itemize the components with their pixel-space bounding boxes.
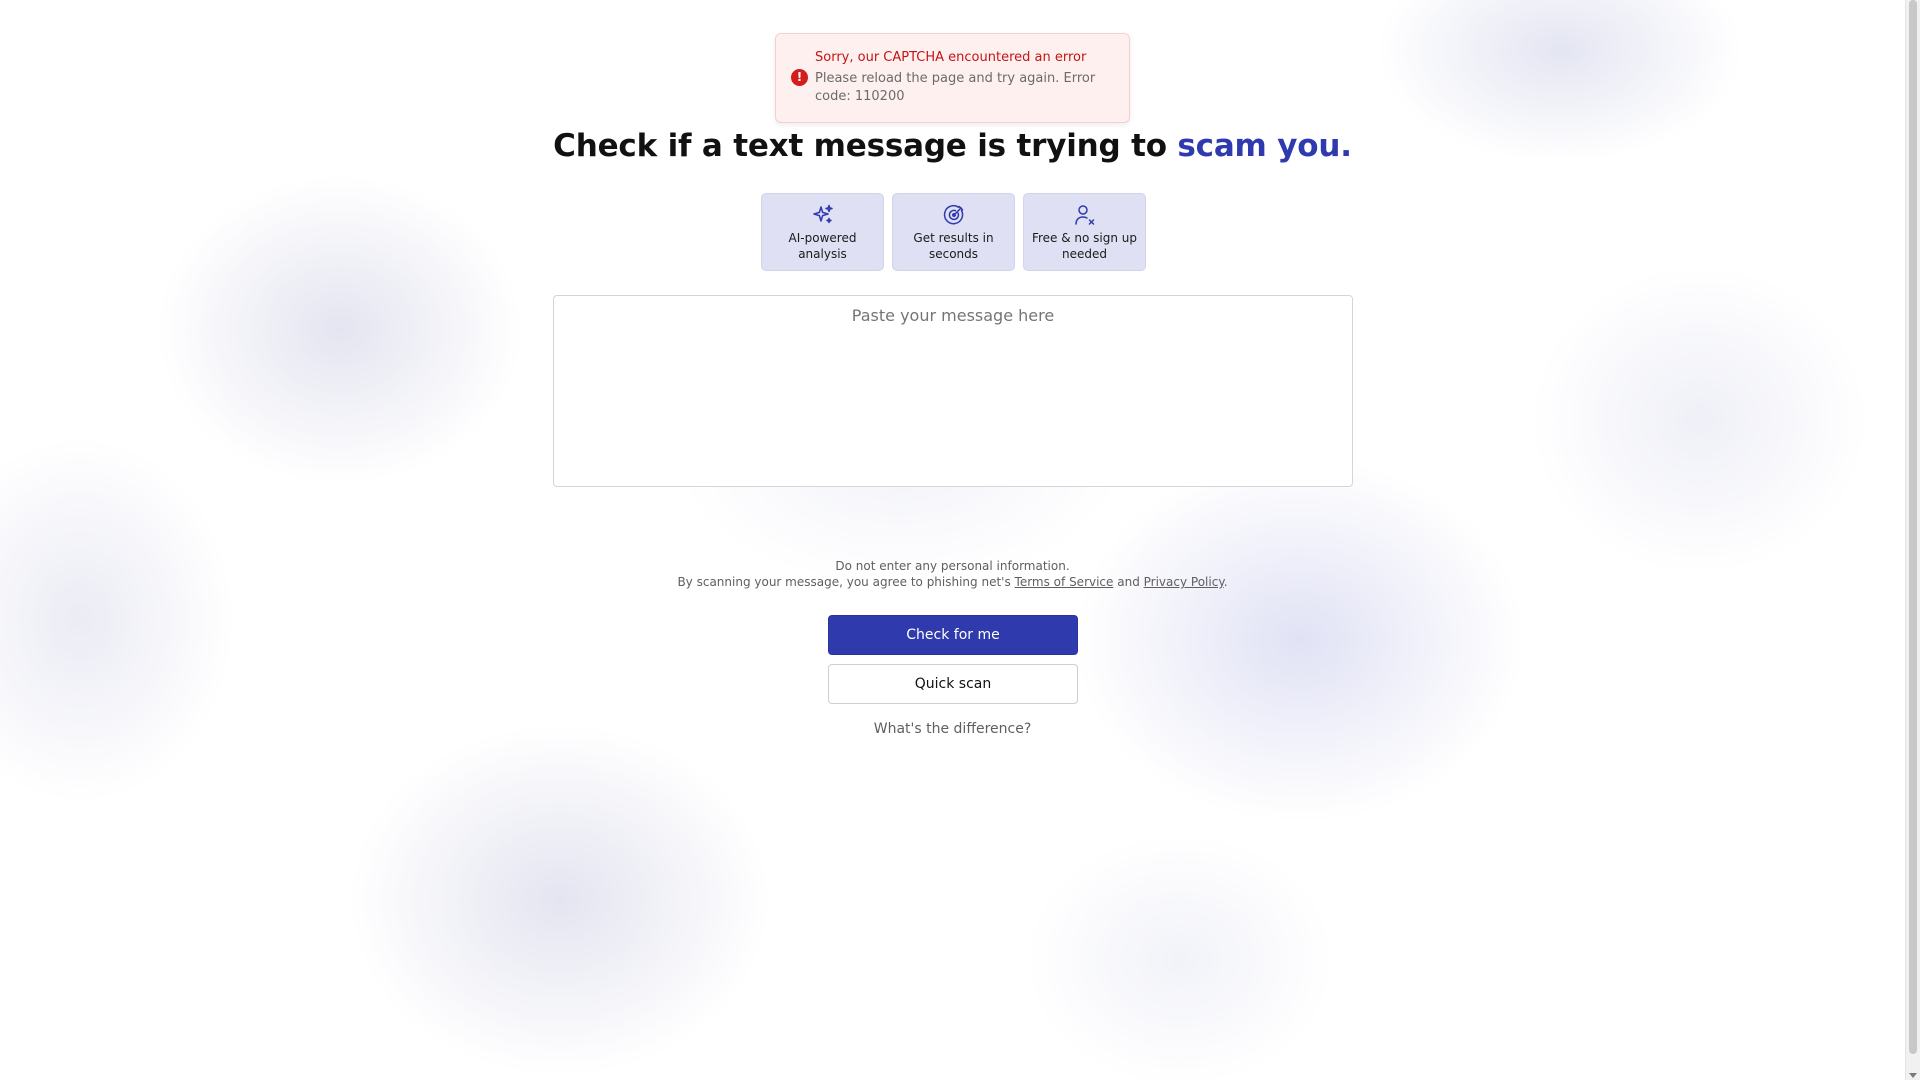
main-content: ! Sorry, our CAPTCHA encountered an erro… bbox=[0, 0, 1905, 1080]
feature-ai-powered: AI-powered analysis bbox=[761, 193, 884, 271]
feature-fast-results: Get results in seconds bbox=[892, 193, 1015, 271]
toast-title: Sorry, our CAPTCHA encountered an error bbox=[815, 50, 1087, 65]
headline-main: Check if a text message is trying to bbox=[553, 128, 1178, 164]
scrollbar-thumb[interactable] bbox=[1909, 0, 1917, 1054]
check-for-me-button[interactable]: Check for me bbox=[828, 615, 1078, 655]
notice-line-personal-info: Do not enter any personal information. bbox=[835, 559, 1070, 573]
and-text: and bbox=[1113, 575, 1144, 589]
notice-line-agreement: By scanning your message, you agree to p… bbox=[0, 574, 1905, 590]
message-input[interactable] bbox=[553, 295, 1353, 487]
exclamation-icon: ! bbox=[791, 69, 808, 86]
toast-description: Please reload the page and try again. Er… bbox=[815, 71, 1096, 104]
quick-scan-button[interactable]: Quick scan bbox=[828, 664, 1078, 704]
feature-free-no-signup: Free & no sign up needed bbox=[1023, 193, 1146, 271]
vertical-scrollbar[interactable] bbox=[1905, 0, 1920, 1080]
sparkles-icon bbox=[812, 204, 833, 224]
feature-list: AI-powered analysis Get results in secon… bbox=[761, 193, 1146, 271]
feature-label: AI-powered analysis bbox=[788, 231, 857, 261]
feature-label: Get results in seconds bbox=[913, 231, 994, 261]
agreement-suffix: . bbox=[1223, 575, 1228, 589]
page-title: Check if a text message is trying to sca… bbox=[0, 124, 1905, 168]
privacy-notice: Do not enter any personal information. B… bbox=[0, 558, 1905, 590]
privacy-policy-link[interactable]: Privacy Policy bbox=[1144, 575, 1224, 589]
whats-the-difference-link[interactable]: What's the difference? bbox=[0, 719, 1905, 739]
target-icon bbox=[943, 204, 963, 225]
feature-label: Free & no sign up needed bbox=[1031, 231, 1138, 261]
headline-accent: scam you. bbox=[1177, 128, 1352, 164]
captcha-error-toast: ! Sorry, our CAPTCHA encountered an erro… bbox=[775, 33, 1130, 123]
scroll-down-arrow-icon[interactable] bbox=[1909, 1073, 1917, 1078]
terms-of-service-link[interactable]: Terms of Service bbox=[1015, 575, 1114, 589]
user-x-icon bbox=[1074, 205, 1094, 225]
agreement-text: By scanning your message, you agree to p… bbox=[677, 575, 1015, 589]
